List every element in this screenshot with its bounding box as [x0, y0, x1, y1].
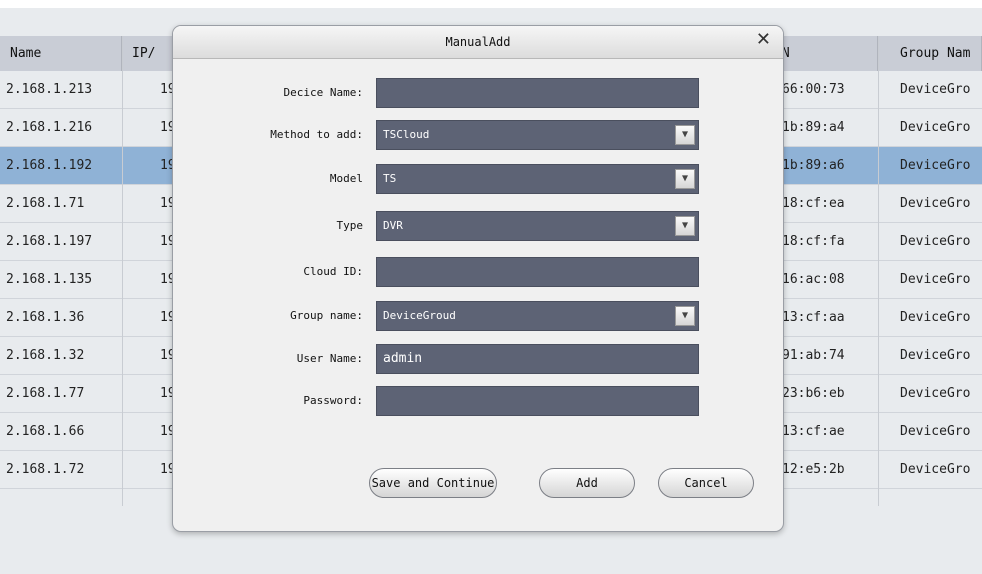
method-to-add-select[interactable]: TSCloud ▼: [376, 120, 699, 150]
password-label: Password:: [303, 394, 363, 407]
cell-name: 2.168.1.32: [6, 348, 85, 363]
method-to-add-label: Method to add:: [270, 128, 363, 141]
manual-add-dialog: ManualAdd ✕ Decice Name: Method to add: …: [172, 25, 784, 532]
dropdown-arrow-icon[interactable]: ▼: [675, 125, 695, 145]
cell-group: DeviceGro: [900, 348, 971, 363]
cell-sn: 12:e5:2b: [782, 462, 845, 477]
cell-name: 2.168.1.72: [6, 462, 85, 477]
table-footer-area: [0, 545, 982, 574]
type-value: DVR: [383, 219, 403, 232]
column-divider: [122, 36, 123, 506]
cell-group: DeviceGro: [900, 272, 971, 287]
method-to-add-value: TSCloud: [383, 128, 430, 141]
top-strip: [0, 0, 982, 8]
cell-sn: 18:cf:fa: [782, 234, 845, 249]
cell-name: 2.168.1.192: [6, 158, 93, 173]
cloud-id-input[interactable]: [376, 257, 699, 287]
group-name-select[interactable]: DeviceGroud ▼: [376, 301, 699, 331]
cell-name: 2.168.1.77: [6, 386, 85, 401]
model-value: TS: [383, 172, 397, 185]
cell-sn: 91:ab:74: [782, 348, 845, 363]
cell-sn: 66:00:73: [782, 82, 845, 97]
save-and-continue-button[interactable]: Save and Continue: [369, 468, 497, 498]
column-header-name[interactable]: Name: [0, 36, 122, 71]
cell-sn: 23:b6:eb: [782, 386, 845, 401]
column-divider: [878, 36, 879, 506]
dropdown-arrow-icon[interactable]: ▼: [675, 216, 695, 236]
cell-group: DeviceGro: [900, 196, 971, 211]
group-name-label: Group name:: [290, 309, 363, 322]
dropdown-arrow-icon[interactable]: ▼: [675, 169, 695, 189]
add-button[interactable]: Add: [539, 468, 635, 498]
cell-group: DeviceGro: [900, 158, 971, 173]
cell-sn: 1b:89:a4: [782, 120, 845, 135]
model-select[interactable]: TS ▼: [376, 164, 699, 194]
password-input[interactable]: [376, 386, 699, 416]
cell-group: DeviceGro: [900, 82, 971, 97]
dropdown-arrow-icon[interactable]: ▼: [675, 306, 695, 326]
cell-sn: 13:cf:ae: [782, 424, 845, 439]
cell-sn: 18:cf:ea: [782, 196, 845, 211]
cell-name: 2.168.1.71: [6, 196, 85, 211]
cell-name: 2.168.1.216: [6, 120, 93, 135]
cell-sn: 16:ac:08: [782, 272, 845, 287]
cell-name: 2.168.1.36: [6, 310, 85, 325]
close-icon[interactable]: ✕: [756, 30, 771, 50]
cell-sn: 13:cf:aa: [782, 310, 845, 325]
cell-name: 2.168.1.213: [6, 82, 93, 97]
cancel-button[interactable]: Cancel: [658, 468, 754, 498]
cloud-id-label: Cloud ID:: [303, 265, 363, 278]
model-label: Model: [329, 172, 363, 185]
cell-name: 2.168.1.135: [6, 272, 93, 287]
type-label: Type: [336, 219, 364, 232]
cell-group: DeviceGro: [900, 120, 971, 135]
type-select[interactable]: DVR ▼: [376, 211, 699, 241]
device-name-input[interactable]: [376, 78, 699, 108]
column-header-group[interactable]: Group Nam: [878, 36, 982, 71]
cell-group: DeviceGro: [900, 424, 971, 439]
user-name-label: User Name:: [296, 352, 363, 365]
group-name-value: DeviceGroud: [383, 309, 456, 322]
user-name-input[interactable]: admin: [376, 344, 699, 374]
cell-sn: 1b:89:a6: [782, 158, 845, 173]
cell-name: 2.168.1.66: [6, 424, 85, 439]
cell-group: DeviceGro: [900, 462, 971, 477]
device-name-label: Decice Name:: [283, 86, 363, 99]
cell-group: DeviceGro: [900, 234, 971, 249]
column-header-sn[interactable]: SN: [770, 36, 878, 71]
dialog-title: ManualAdd: [173, 26, 783, 59]
cell-group: DeviceGro: [900, 386, 971, 401]
cell-group: DeviceGro: [900, 310, 971, 325]
cell-name: 2.168.1.197: [6, 234, 93, 249]
